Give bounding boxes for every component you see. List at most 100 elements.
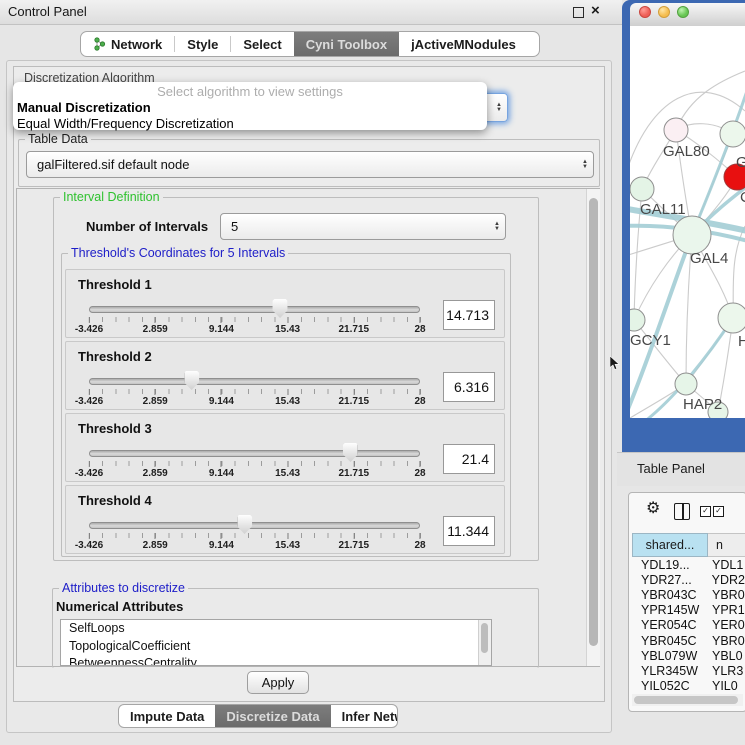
algorithm-dropdown-list: Select algorithm to view settings Manual… — [13, 82, 487, 130]
slider-rail — [89, 514, 420, 536]
network-nodes[interactable] — [630, 118, 745, 418]
dropdown-prompt-item[interactable]: Select algorithm to view settings — [13, 82, 487, 100]
apply-button[interactable]: Apply — [247, 671, 309, 694]
table-row[interactable]: YDR27...YDR2 — [632, 572, 745, 587]
float-panel-icon[interactable] — [573, 7, 584, 18]
tab-jactivemnodules[interactable]: jActiveMNodules — [399, 32, 528, 56]
table-columns-icon[interactable] — [674, 503, 690, 520]
network-graph: GAL80 G C GAL11 GAL4 GCY1 H HAP2 — [630, 26, 745, 418]
tab-select-label: Select — [243, 37, 281, 52]
table-row[interactable]: YBR043CYBR0 — [632, 587, 745, 602]
table-row[interactable]: YIL052CYIL0 — [632, 679, 745, 694]
column-header-name[interactable]: n — [708, 533, 745, 557]
tab-network[interactable]: Network — [81, 32, 174, 56]
settings-vertical-scrollbar[interactable] — [586, 189, 600, 666]
scrollbar-thumb[interactable] — [634, 696, 738, 704]
threshold-4-label: Threshold 4 — [78, 493, 152, 508]
tab-cyni-toolbox-label: Cyni Toolbox — [306, 37, 387, 52]
application-window: Control Panel × Network Style Select Cyn… — [0, 0, 745, 745]
threshold-4-panel: Threshold 4 -3.426 2.859 9.144 15.43 21.… — [65, 485, 505, 554]
number-of-intervals-combobox[interactable]: 5 ▲▼ — [220, 213, 506, 240]
control-panel-titlebar: Control Panel × — [0, 0, 622, 25]
threshold-4-value-field[interactable] — [443, 516, 495, 546]
scrollbar-thumb[interactable] — [589, 198, 598, 646]
tab-network-label: Network — [111, 37, 162, 52]
list-item[interactable]: TopologicalCoefficient — [61, 638, 491, 656]
threshold-2-value-field[interactable] — [443, 372, 495, 402]
node-gal11[interactable] — [630, 177, 654, 201]
threshold-3-label: Threshold 3 — [78, 421, 152, 436]
select-checkbox-icon[interactable]: ✓ — [700, 506, 711, 517]
threshold-3-panel: Threshold 3 -3.426 2.859 9.144 15.43 21.… — [65, 413, 505, 482]
threshold-1-slider-thumb[interactable] — [273, 299, 288, 318]
combo-stepper-icon: ▲▼ — [577, 160, 593, 170]
tab-infer-network[interactable]: Infer Network — [331, 705, 398, 727]
threshold-1-value-field[interactable] — [443, 300, 495, 330]
apply-button-label: Apply — [262, 675, 295, 690]
table-row[interactable]: YLR345WYLR3 — [632, 663, 745, 678]
node-gcy1[interactable] — [630, 309, 645, 331]
node-label-gcy1: GCY1 — [630, 332, 671, 349]
column-header-label: n — [716, 538, 723, 552]
table-data-combobox[interactable]: galFiltered.sif default node ▲▼ — [26, 151, 594, 178]
window-minimize-icon[interactable] — [658, 6, 670, 18]
dropdown-option-equal-width-frequency[interactable]: Equal Width/Frequency Discretization — [13, 116, 487, 132]
tab-cyni-toolbox[interactable]: Cyni Toolbox — [294, 32, 399, 56]
threshold-4-slider-thumb[interactable] — [237, 515, 252, 534]
tab-infer-network-label: Infer Network — [342, 709, 398, 724]
window-close-icon[interactable] — [639, 6, 651, 18]
list-item[interactable]: BetweennessCentrality — [61, 655, 491, 666]
threshold-2-label: Threshold 2 — [78, 349, 152, 364]
window-zoom-icon[interactable] — [677, 6, 689, 18]
table-row[interactable]: YPR145WYPR1 — [632, 603, 745, 618]
slider-rail — [89, 370, 420, 392]
number-of-intervals-value: 5 — [221, 219, 489, 234]
node-label-c: C — [740, 189, 745, 206]
select-all-checkbox-icon[interactable]: ✓ — [713, 506, 724, 517]
control-panel-title: Control Panel — [8, 4, 87, 19]
table-settings-gear-icon[interactable]: ⚙ — [646, 501, 660, 517]
slider-rail — [89, 442, 420, 464]
tab-impute-data[interactable]: Impute Data — [119, 705, 215, 727]
threshold-2-slider-thumb[interactable] — [184, 371, 199, 390]
node-h[interactable] — [718, 303, 745, 333]
tab-discretize-data-label: Discretize Data — [226, 709, 319, 724]
tab-discretize-data[interactable]: Discretize Data — [215, 705, 330, 727]
table-row[interactable]: YDL19...YDL1 — [632, 557, 745, 572]
numerical-attributes-list[interactable]: SelfLoops TopologicalCoefficient Between… — [60, 619, 492, 666]
list-item[interactable]: SelfLoops — [61, 620, 491, 638]
node-label-g: G — [736, 154, 745, 171]
close-panel-icon[interactable]: × — [591, 2, 600, 19]
tab-style-label: Style — [187, 37, 218, 52]
table-row[interactable]: YBR045CYBR0 — [632, 633, 745, 648]
scrollbar-thumb[interactable] — [481, 623, 488, 653]
attributes-group-label: Attributes to discretize — [59, 581, 188, 595]
node-label-gal4: GAL4 — [690, 250, 728, 267]
node-top-right[interactable] — [720, 121, 745, 147]
threshold-3-slider-thumb[interactable] — [343, 443, 358, 462]
threshold-1-label: Threshold 1 — [78, 277, 152, 292]
list-vertical-scrollbar[interactable] — [478, 620, 491, 665]
column-header-shared-name[interactable]: shared... — [632, 533, 708, 557]
tab-style[interactable]: Style — [175, 32, 230, 56]
table-row[interactable]: YBL079WYBL0 — [632, 648, 745, 663]
tab-impute-data-label: Impute Data — [130, 709, 204, 724]
combo-stepper-icon: ▲▼ — [491, 103, 507, 113]
node-gal4[interactable] — [673, 216, 711, 254]
slider-rail — [89, 298, 420, 320]
node-label-gal11: GAL11 — [640, 201, 686, 218]
tab-select[interactable]: Select — [231, 32, 293, 56]
node-hap2[interactable] — [675, 373, 697, 395]
node-gal80[interactable] — [664, 118, 688, 142]
threshold-2-panel: Threshold 2 -3.426 2.859 9.144 15.43 21.… — [65, 341, 505, 410]
table-data-group-label: Table Data — [25, 132, 91, 146]
table-horizontal-scrollbar[interactable] — [632, 694, 743, 706]
node-label-h: H — [738, 333, 745, 350]
threshold-1-panel: Threshold 1 -3.426 2.859 9.144 15.43 21.… — [65, 269, 505, 338]
node-label-gal80: GAL80 — [663, 143, 710, 160]
network-canvas[interactable]: GAL80 G C GAL11 GAL4 GCY1 H HAP2 — [630, 26, 745, 418]
network-icon — [93, 37, 106, 51]
table-row[interactable]: YER054CYER0 — [632, 618, 745, 633]
threshold-3-value-field[interactable] — [443, 444, 495, 474]
dropdown-option-manual-discretization[interactable]: Manual Discretization — [13, 100, 487, 116]
